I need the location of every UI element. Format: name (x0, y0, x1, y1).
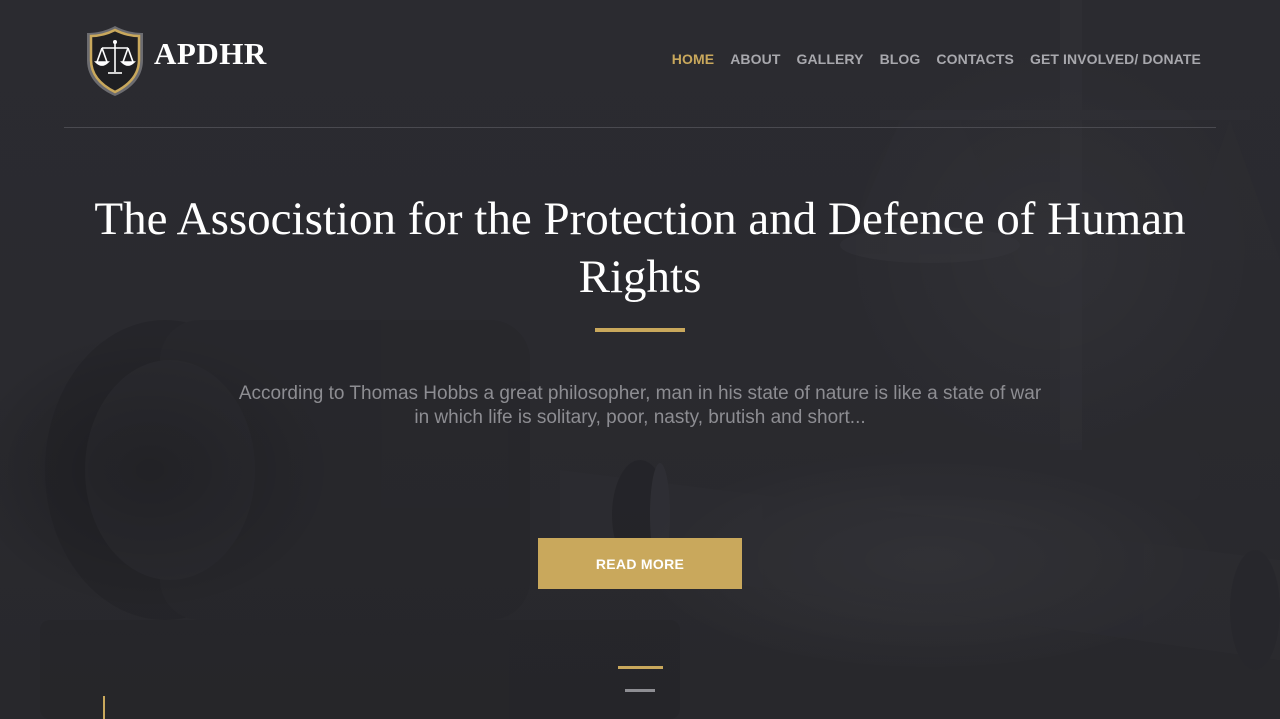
logo[interactable]: APDHR (84, 24, 267, 98)
hero-title: The Associstion for the Protection and D… (94, 193, 1186, 303)
slide-dot-active[interactable] (618, 666, 663, 669)
brand-name: APDHR (154, 36, 267, 71)
scroll-indicator-line (103, 696, 105, 719)
title-divider (595, 328, 685, 332)
nav-item-about[interactable]: ABOUT (730, 51, 780, 67)
nav-item-contacts[interactable]: CONTACTS (936, 51, 1014, 67)
nav-item-blog[interactable]: BLOG (880, 51, 921, 67)
main-nav: HOME ABOUT GALLERY BLOG CONTACTS GET INV… (656, 51, 1201, 67)
read-more-button[interactable]: READ MORE (538, 538, 742, 589)
nav-item-get-involved-donate[interactable]: GET INVOLVED/ DONATE (1030, 51, 1201, 67)
slider-pagination (617, 665, 663, 695)
nav-item-home[interactable]: HOME (672, 51, 714, 67)
slide-dot[interactable] (625, 689, 655, 692)
scales-of-justice-shield-icon (87, 26, 143, 96)
nav-item-gallery[interactable]: GALLERY (796, 51, 863, 67)
hero-description: According to Thomas Hobbs a great philos… (238, 383, 1042, 428)
site-header: APDHR HOME ABOUT GALLERY BLOG CONTACTS G… (64, 0, 1216, 128)
